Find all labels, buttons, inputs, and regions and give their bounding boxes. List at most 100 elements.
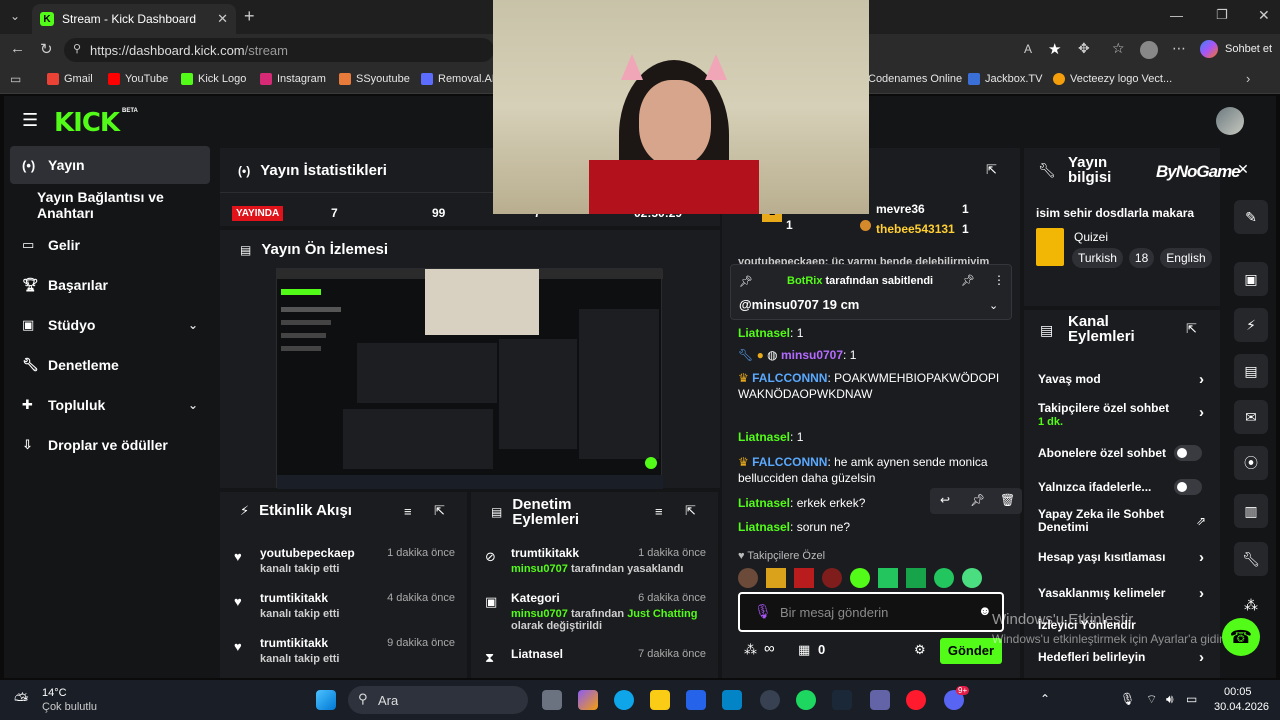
popout-icon[interactable]: ⇱: [685, 503, 696, 519]
bookmark-vecteezy[interactable]: Vecteezy logo Vect...: [1053, 73, 1172, 85]
preview-video[interactable]: [276, 268, 663, 489]
emote[interactable]: [766, 568, 786, 588]
goals-row[interactable]: Hedefleri belirleyin ›: [1038, 649, 1206, 666]
favorite-star-icon[interactable]: ★: [1048, 40, 1061, 58]
filter-icon[interactable]: ≡: [404, 504, 412, 519]
bookmark-codenames[interactable]: Codenames Online: [868, 73, 962, 85]
support-chat-icon[interactable]: ☎: [1222, 618, 1260, 656]
close-window-icon[interactable]: ✕: [1258, 7, 1270, 24]
sidebar-item-studyo[interactable]: ▣ Stüdyo ⌄: [10, 306, 210, 344]
sidebar-item-topluluk[interactable]: ✚ Topluluk ⌄: [10, 386, 210, 424]
wrench-icon[interactable]: 🔧︎: [1234, 542, 1268, 576]
steam-icon[interactable]: [832, 690, 852, 710]
tag[interactable]: Turkish: [1072, 248, 1123, 268]
account-age-row[interactable]: Hesap yaşı kısıtlaması ›: [1038, 549, 1206, 566]
file-explorer-icon[interactable]: [650, 690, 670, 710]
bookmark-instagram[interactable]: Instagram: [260, 73, 326, 85]
profile-avatar[interactable]: [1140, 41, 1158, 59]
slow-mode-row[interactable]: Yavaş mod ›: [1038, 371, 1206, 388]
favorites-icon[interactable]: ☆: [1112, 40, 1125, 57]
weather-temp[interactable]: 14°C: [42, 687, 67, 699]
pin-message-icon[interactable]: 📌︎: [970, 493, 985, 507]
chat-icon[interactable]: ✉: [1234, 400, 1268, 434]
subscribers-only-toggle[interactable]: [1174, 445, 1202, 461]
lightning-icon[interactable]: ⚡︎: [1234, 308, 1268, 342]
site-info-icon[interactable]: ⚲: [73, 42, 81, 55]
new-tab-icon[interactable]: +: [244, 6, 255, 27]
gift-icon[interactable]: ▦: [798, 642, 810, 658]
url-field[interactable]: ⚲ https://dashboard.kick.com/stream: [64, 38, 494, 62]
weather-cloud-icon[interactable]: ⛅︎: [14, 690, 28, 711]
opera-icon[interactable]: [906, 690, 926, 710]
sidebar-item-basarilar[interactable]: 🏆︎ Başarılar: [10, 266, 210, 304]
bookmark-gmail[interactable]: Gmail: [47, 73, 93, 85]
more-options-icon[interactable]: ⋮: [993, 273, 1005, 287]
microphone-icon[interactable]: 🎙︎: [754, 603, 772, 620]
edge-icon[interactable]: [614, 690, 634, 710]
category-name[interactable]: Quizei: [1074, 230, 1108, 244]
minimize-icon[interactable]: —: [1170, 8, 1183, 23]
reply-icon[interactable]: ↩: [940, 493, 950, 507]
category-thumbnail[interactable]: [1036, 228, 1064, 266]
mail-icon[interactable]: [722, 690, 742, 710]
weather-desc[interactable]: Çok bulutlu: [42, 701, 97, 713]
read-aloud-icon[interactable]: A: [1024, 42, 1032, 56]
tray-chevron-icon[interactable]: ⌃: [1040, 692, 1050, 706]
bookmark-removal-ai[interactable]: Removal.AI: [421, 73, 495, 85]
community-icon[interactable]: ⁂: [1234, 588, 1268, 622]
sidebar-item-yayin[interactable]: (•) Yayın: [10, 146, 210, 184]
channel-actions-icon[interactable]: ▥: [1234, 494, 1268, 528]
volume-icon[interactable]: 🔊︎: [1166, 692, 1174, 707]
task-view-icon[interactable]: [542, 690, 562, 710]
copilot-icon[interactable]: [1200, 40, 1218, 58]
more-menu-icon[interactable]: ⋯: [1172, 40, 1186, 57]
broadcast-icon[interactable]: ⦿: [1234, 446, 1268, 480]
popout-icon[interactable]: ⇱: [986, 162, 997, 178]
filter-icon[interactable]: ≡: [655, 504, 663, 519]
emote[interactable]: [934, 568, 954, 588]
emote[interactable]: [906, 568, 926, 588]
emote[interactable]: [822, 568, 842, 588]
bookmarks-menu-icon[interactable]: ▭: [10, 72, 21, 86]
sidebar-item-droplar[interactable]: ⇩ Droplar ve ödüller: [10, 426, 210, 464]
microphone-tray-icon[interactable]: 🎙︎: [1120, 692, 1135, 706]
browser-tab[interactable]: K Stream - Kick Dashboard ✕: [32, 4, 236, 34]
copilot-label[interactable]: Sohbet et: [1225, 43, 1272, 55]
settings-gear-icon[interactable]: ⚙: [914, 642, 926, 658]
bookmark-kick-logo[interactable]: Kick Logo: [181, 73, 246, 85]
capture-icon[interactable]: ▣: [1234, 262, 1268, 296]
maximize-icon[interactable]: ❐: [1216, 7, 1228, 23]
tag[interactable]: English: [1160, 248, 1212, 268]
emote[interactable]: [962, 568, 982, 588]
bookmarks-overflow-icon[interactable]: ›: [1246, 71, 1250, 86]
extensions-icon[interactable]: ✥: [1078, 40, 1090, 57]
back-icon[interactable]: ←: [10, 40, 25, 57]
document-icon[interactable]: ▤: [1234, 354, 1268, 388]
spotify-icon[interactable]: [796, 690, 816, 710]
sidebar-item-gelir[interactable]: ▭ Gelir: [10, 226, 210, 264]
bookmark-youtube[interactable]: YouTube: [108, 73, 168, 85]
obs-icon[interactable]: [760, 690, 780, 710]
edit-icon[interactable]: ✎: [1234, 200, 1268, 234]
close-icon[interactable]: ✕: [1226, 152, 1260, 186]
unpin-icon[interactable]: 📌︎: [961, 274, 975, 287]
hamburger-menu-icon[interactable]: ☰: [22, 110, 38, 131]
emotes-only-toggle[interactable]: [1174, 479, 1202, 495]
tag[interactable]: 18: [1128, 248, 1155, 268]
taskbar-search[interactable]: ⚲ Ara: [348, 686, 528, 714]
sidebar-item-stream-key[interactable]: Yayın Bağlantısı ve Anahtarı: [10, 186, 210, 224]
emote[interactable]: [850, 568, 870, 588]
refresh-icon[interactable]: ↻: [40, 40, 53, 58]
popout-icon[interactable]: ⇱: [1186, 321, 1197, 337]
popout-icon[interactable]: ⇱: [434, 503, 445, 519]
delete-icon[interactable]: 🗑︎: [1000, 493, 1015, 507]
user-avatar[interactable]: [1216, 107, 1244, 135]
clock-date[interactable]: 30.04.2026: [1214, 701, 1269, 713]
bookmark-jackbox[interactable]: Jackbox.TV: [968, 73, 1042, 85]
sidebar-item-denetleme[interactable]: 🔧︎ Denetleme: [10, 346, 210, 384]
emoji-icon[interactable]: ☻: [978, 603, 992, 618]
copilot-taskbar-icon[interactable]: [578, 690, 598, 710]
chat-input[interactable]: 🎙︎ Bir mesaj gönderin ☻: [738, 592, 1004, 632]
emote[interactable]: [794, 568, 814, 588]
tab-list-chevron-icon[interactable]: ⌄: [10, 9, 20, 23]
